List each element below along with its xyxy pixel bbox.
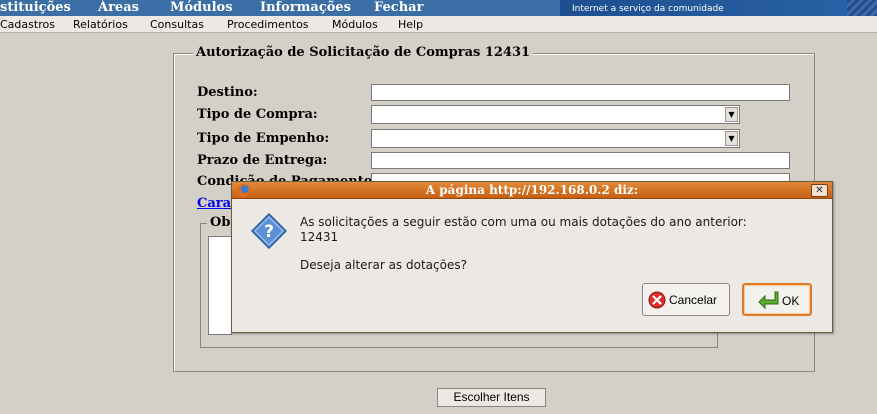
chevron-down-icon[interactable]: ▼: [725, 131, 738, 146]
menu-item-modulos[interactable]: Módulos: [332, 17, 378, 32]
tipo-compra-select[interactable]: ▼: [371, 105, 740, 124]
nav-informacoes[interactable]: Informações: [260, 0, 351, 16]
dialog-title: A página http://192.168.0.2 diz:: [425, 183, 639, 197]
ok-label: OK: [782, 294, 800, 308]
menu-item-relatorios[interactable]: Relatórios: [73, 17, 128, 32]
question-icon: ?: [251, 213, 287, 249]
ok-arrow-icon: [758, 291, 779, 310]
tipo-empenho-label: Tipo de Empenho:: [197, 131, 330, 146]
destino-input[interactable]: [371, 84, 790, 101]
ok-button[interactable]: OK: [742, 283, 812, 316]
svg-text:?: ?: [264, 222, 274, 242]
destino-label: Destino:: [197, 85, 258, 100]
close-icon[interactable]: ✕: [811, 184, 828, 197]
observacoes-textarea[interactable]: [208, 236, 232, 335]
cancel-button[interactable]: Cancelar: [642, 283, 730, 316]
menu-item-help[interactable]: Help: [398, 17, 423, 32]
alert-dialog: A página http://192.168.0.2 diz: ✕ ? As …: [231, 181, 833, 333]
nav-modulos[interactable]: Módulos: [170, 0, 233, 16]
tipo-compra-label: Tipo de Compra:: [197, 107, 318, 122]
form-legend: Autorização de Solicitação de Compras 12…: [193, 45, 534, 60]
dialog-message-line3: Deseja alterar as dotações?: [300, 258, 467, 272]
brand-decoration: [847, 0, 877, 16]
tipo-empenho-select[interactable]: ▼: [371, 129, 740, 148]
dialog-titlebar[interactable]: A página http://192.168.0.2 diz: ✕: [232, 182, 832, 199]
menu-item-consultas[interactable]: Consultas: [150, 17, 204, 32]
top-nav-bar: stituições Áreas Módulos Informações Fec…: [0, 0, 877, 16]
prazo-entrega-label: Prazo de Entrega:: [197, 153, 328, 168]
nav-areas[interactable]: Áreas: [98, 0, 139, 16]
menu-bar: Cadastros Relatórios Consultas Procedime…: [0, 16, 877, 33]
nav-instituicoes[interactable]: stituições: [0, 0, 71, 16]
dialog-message-line2: 12431: [300, 230, 339, 244]
brand-tagline: Internet a serviço da comunidade: [572, 4, 724, 14]
menu-item-cadastros[interactable]: Cadastros: [0, 17, 55, 32]
menu-item-procedimentos[interactable]: Procedimentos: [227, 17, 309, 32]
dialog-message-line1: As solicitações a seguir estão com uma o…: [300, 215, 747, 229]
cancel-label: Cancelar: [669, 293, 718, 307]
prazo-entrega-input[interactable]: [371, 152, 790, 169]
chevron-down-icon[interactable]: ▼: [725, 107, 738, 122]
nav-fechar[interactable]: Fechar: [374, 0, 423, 16]
cancel-icon: [648, 291, 666, 309]
choose-items-button[interactable]: Escolher Itens: [437, 388, 546, 407]
brand-banner: Internet a serviço da comunidade: [560, 0, 877, 16]
